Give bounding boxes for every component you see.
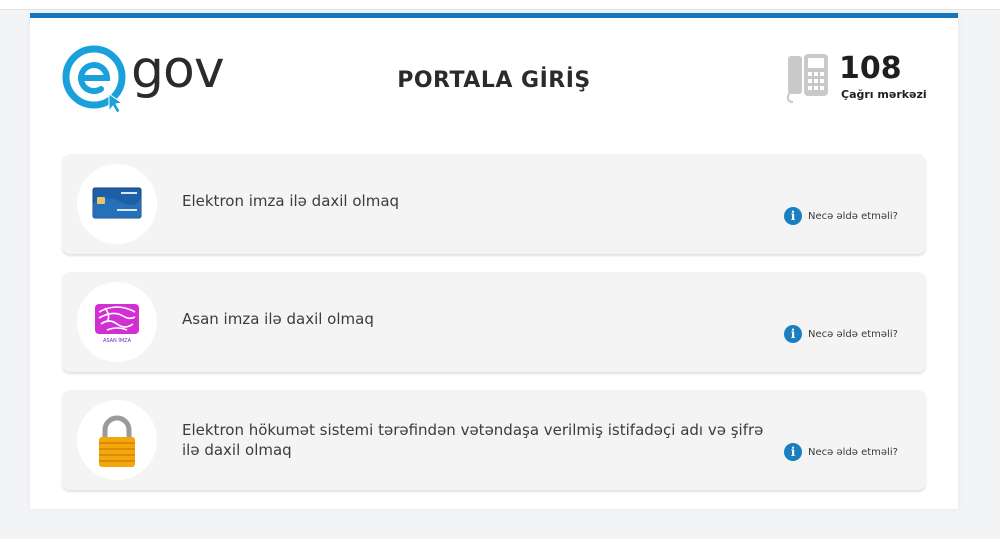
help-text: Necə əldə etməli? [808, 328, 898, 340]
help-link[interactable]: i Necə əldə etməli? [784, 206, 898, 226]
browser-top-strip [0, 0, 1000, 10]
help-link[interactable]: i Necə əldə etməli? [784, 442, 898, 462]
option-label: Elektron imza ilə daxil olmaq [182, 192, 400, 210]
option-label: Elektron hökumət sistemi tərəfindən vətə… [182, 421, 764, 459]
option-icon-circle: ASAN İMZA [77, 282, 157, 362]
login-option-asan-signature[interactable]: ASAN İMZA Asan imza ilə daxil olmaq i Ne… [62, 272, 926, 372]
call-center-number: 108 [839, 51, 902, 86]
help-link[interactable]: i Necə əldə etməli? [784, 324, 898, 344]
info-icon: i [784, 207, 802, 225]
info-icon: i [784, 443, 802, 461]
asan-imza-icon: ASAN İMZA [95, 304, 139, 344]
option-icon-circle [77, 400, 157, 480]
help-text: Necə əldə etməli? [808, 446, 898, 458]
info-icon: i [784, 325, 802, 343]
login-option-username-password[interactable]: Elektron hökumət sistemi tərəfindən vətə… [62, 390, 926, 490]
call-center: 108 Çağrı mərkəzi [784, 52, 944, 108]
asan-imza-logo-text: ASAN İMZA [103, 337, 132, 344]
phone-icon [786, 54, 828, 103]
login-option-electronic-signature[interactable]: Elektron imza ilə daxil olmaq i Necə əld… [62, 154, 926, 254]
option-label: Asan imza ilə daxil olmaq [182, 310, 374, 328]
login-card: gov PORTALA GİRİŞ 108 Çağrı mərkəzi Elek… [30, 13, 958, 509]
option-icon-circle [77, 164, 157, 244]
lock-icon [99, 415, 135, 467]
call-center-label: Çağrı mərkəzi [841, 88, 927, 101]
help-text: Necə əldə etməli? [808, 210, 898, 222]
smart-card-icon [92, 187, 142, 219]
